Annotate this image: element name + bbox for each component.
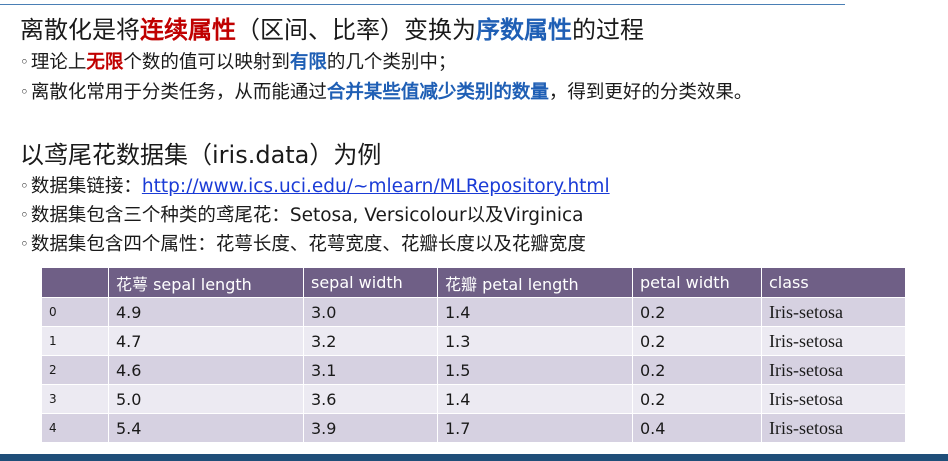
text-segment: 数据集链接： [30, 176, 142, 197]
cell-sepal-length: 4.7 [108, 326, 304, 356]
cell-petal-length: 1.4 [437, 297, 633, 327]
text-segment: 离散化常用于分类任务，从而能通过 [30, 82, 327, 103]
cell-class: Iris-setosa [761, 297, 906, 327]
bottom-bar [0, 454, 948, 461]
bullet-text: 数据集包含三个种类的鸢尾花：Setosa, Versicolour以及Virgi… [31, 205, 584, 226]
heading-discretization: 离散化是将连续属性（区间、比率）变换为序数属性的过程 [20, 15, 644, 45]
cell-sepal-length: 5.4 [108, 413, 304, 443]
bullet-text: 数据集包含四个属性：花萼长度、花萼宽度、花瓣长度以及花瓣宽度 [31, 234, 586, 255]
cell-sepal-width: 3.1 [303, 355, 438, 385]
text-segment: 理论上 [30, 52, 87, 73]
cell-sepal-length: 4.9 [108, 297, 304, 327]
column-header-class: class [761, 267, 906, 298]
bullet-icon: ◦ [20, 235, 29, 253]
text-segment: （区间、比率）变换为 [236, 16, 476, 44]
cell-class: Iris-setosa [761, 326, 906, 356]
text-segment: 的几个类别中； [326, 52, 457, 73]
bullet-dataset-link: ◦ 数据集链接：http://www.ics.uci.edu/~mlearn/ML… [20, 174, 610, 199]
text-segment: 合并某些值减少类别的数量 [326, 82, 549, 103]
cell-petal-length: 1.5 [437, 355, 633, 385]
cell-index: 1 [41, 326, 109, 356]
bullet-text: 离散化常用于分类任务，从而能通过合并某些值减少类别的数量，得到更好的分类效果。 [31, 82, 753, 103]
cell-petal-length: 1.3 [437, 326, 633, 356]
heading-iris-example: 以鸢尾花数据集（iris.data）为例 [20, 140, 381, 170]
cell-sepal-length: 4.6 [108, 355, 304, 385]
text-segment: 离散化是将 [20, 16, 140, 44]
table-row: 3 5.0 3.6 1.4 0.2 Iris-setosa [41, 384, 906, 414]
column-header-petal-width: petal width [632, 267, 762, 298]
text-segment: 无限 [86, 52, 124, 73]
bullet-icon: ◦ [20, 83, 29, 101]
column-header-index [41, 267, 109, 298]
cell-class: Iris-setosa [761, 355, 906, 385]
text-segment: 连续属性 [140, 16, 236, 44]
text-segment: 数据集包含四个属性：花萼长度、花萼宽度、花瓣长度以及花瓣宽度 [30, 234, 586, 255]
bullet-classification-use: ◦ 离散化常用于分类任务，从而能通过合并某些值减少类别的数量，得到更好的分类效果。 [20, 80, 752, 105]
text-segment: 个数的值可以映射到 [123, 52, 290, 73]
bullet-text: 理论上无限个数的值可以映射到有限的几个类别中； [31, 52, 457, 73]
bullet-icon: ◦ [20, 206, 29, 224]
cell-index: 3 [41, 384, 109, 414]
table-row: 1 4.7 3.2 1.3 0.2 Iris-setosa [41, 326, 906, 356]
text-segment: 的过程 [572, 16, 644, 44]
bullet-four-attributes: ◦ 数据集包含四个属性：花萼长度、花萼宽度、花瓣长度以及花瓣宽度 [20, 232, 586, 257]
text-segment: 序数属性 [476, 16, 572, 44]
top-rule [0, 4, 845, 5]
text-segment: 有限 [289, 52, 327, 73]
bullet-icon: ◦ [20, 53, 29, 71]
text-segment: ，得到更好的分类效果。 [548, 82, 753, 103]
cell-index: 4 [41, 413, 109, 443]
cell-sepal-width: 3.0 [303, 297, 438, 327]
cell-class: Iris-setosa [761, 384, 906, 414]
cell-sepal-length: 5.0 [108, 384, 304, 414]
text-segment: 以鸢尾花数据集（iris.data）为例 [20, 141, 382, 169]
bullet-infinite-to-finite: ◦ 理论上无限个数的值可以映射到有限的几个类别中； [20, 50, 456, 75]
column-header-sepal-width: sepal width [303, 267, 438, 298]
cell-petal-length: 1.4 [437, 384, 633, 414]
cell-petal-length: 1.7 [437, 413, 633, 443]
cell-sepal-width: 3.9 [303, 413, 438, 443]
cell-petal-width: 0.2 [632, 326, 762, 356]
bullet-three-species: ◦ 数据集包含三个种类的鸢尾花：Setosa, Versicolour以及Virg… [20, 203, 584, 228]
cell-index: 2 [41, 355, 109, 385]
cell-petal-width: 0.2 [632, 355, 762, 385]
cell-sepal-width: 3.2 [303, 326, 438, 356]
dataset-link[interactable]: http://www.ics.uci.edu/~mlearn/MLReposit… [142, 176, 610, 197]
column-header-petal-length: 花瓣 petal length [437, 267, 633, 298]
iris-data-table: 花萼 sepal length sepal width 花瓣 petal len… [41, 267, 906, 443]
cell-sepal-width: 3.6 [303, 384, 438, 414]
table-row: 0 4.9 3.0 1.4 0.2 Iris-setosa [41, 297, 906, 327]
text-segment: 数据集包含三个种类的鸢尾花：Setosa, Versicolour以及Virgi… [30, 205, 584, 226]
bullet-text: 数据集链接：http://www.ics.uci.edu/~mlearn/MLR… [31, 176, 610, 197]
cell-petal-width: 0.2 [632, 297, 762, 327]
table-row: 4 5.4 3.9 1.7 0.4 Iris-setosa [41, 413, 906, 443]
table-header-row: 花萼 sepal length sepal width 花瓣 petal len… [41, 267, 906, 298]
table-row: 2 4.6 3.1 1.5 0.2 Iris-setosa [41, 355, 906, 385]
cell-index: 0 [41, 297, 109, 327]
cell-petal-width: 0.4 [632, 413, 762, 443]
cell-petal-width: 0.2 [632, 384, 762, 414]
bullet-icon: ◦ [20, 177, 29, 195]
column-header-sepal-length: 花萼 sepal length [108, 267, 304, 298]
cell-class: Iris-setosa [761, 413, 906, 443]
